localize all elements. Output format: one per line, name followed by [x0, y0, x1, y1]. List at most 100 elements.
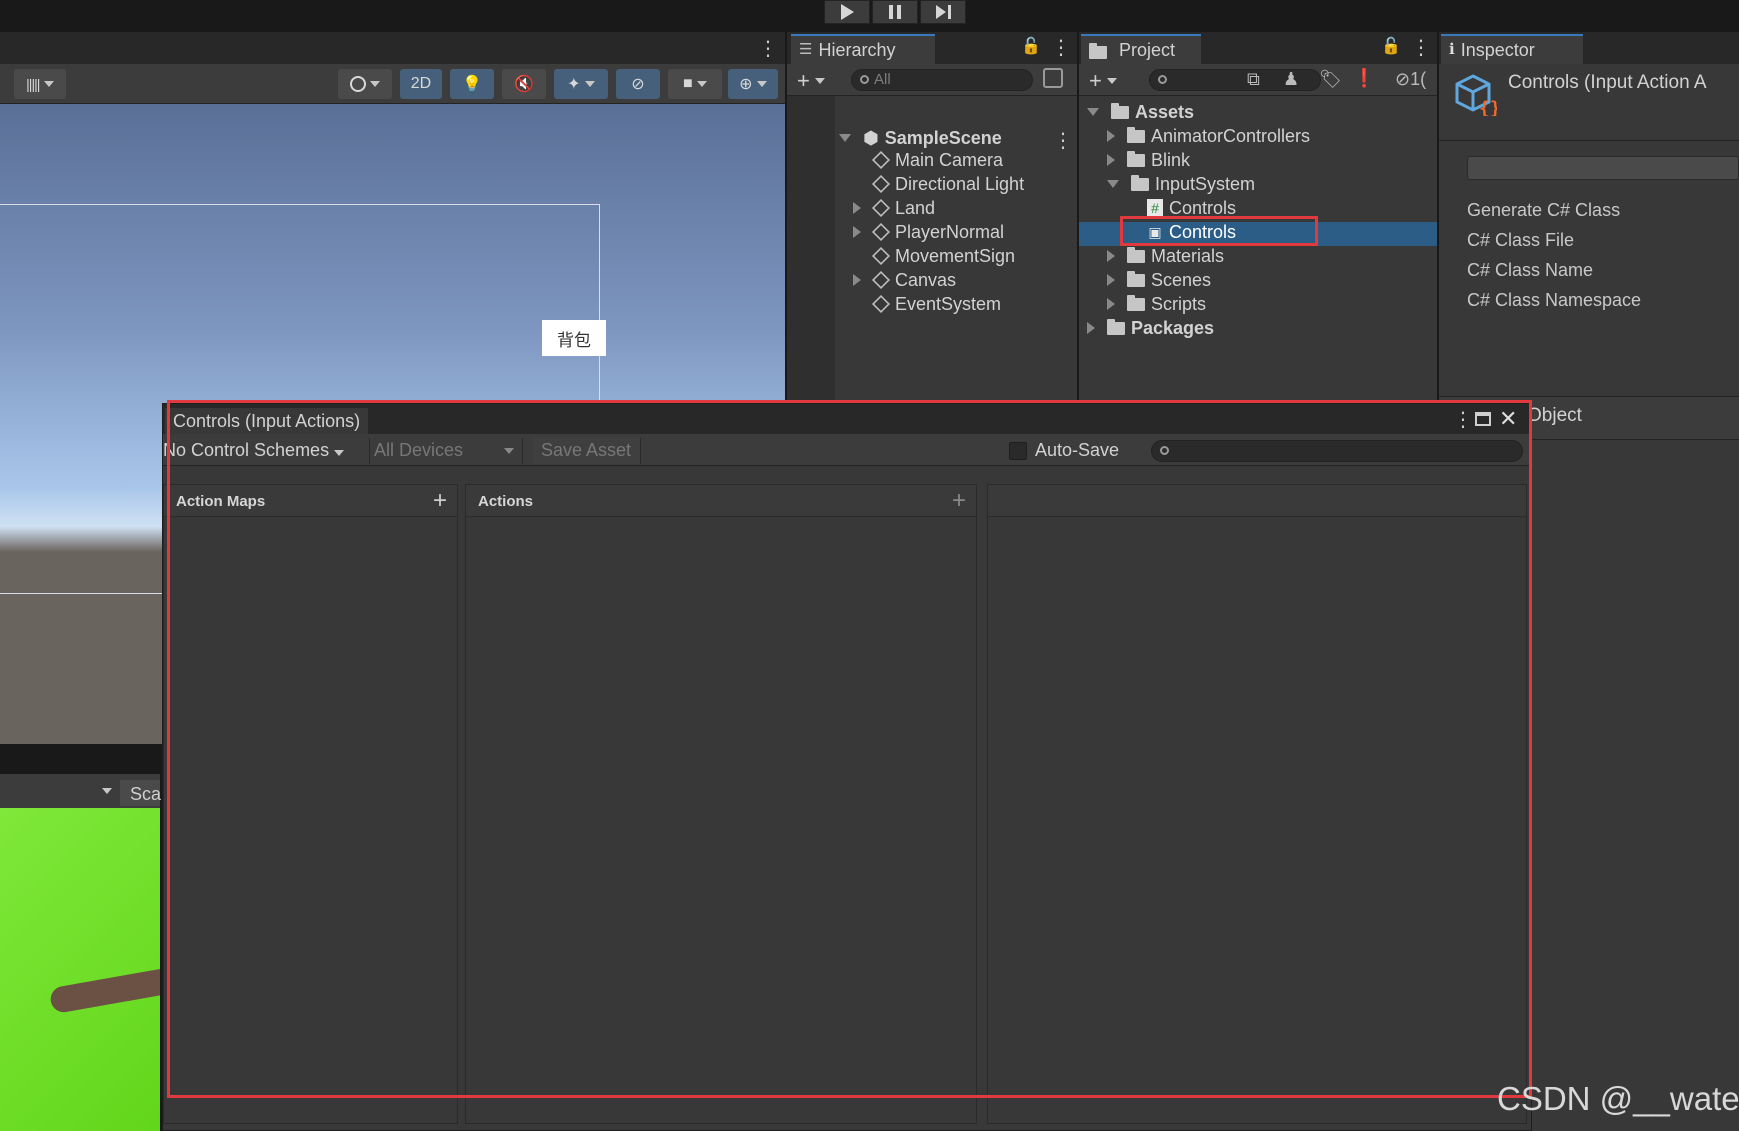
step-button[interactable]: [920, 0, 966, 24]
folder-icon: [1127, 294, 1145, 311]
scene-toolbar: ||||| 2D 💡 🔇 ✦ ⊘ ■ ⊕: [0, 64, 785, 104]
light-bulb-icon: 💡: [462, 76, 482, 93]
hierarchy-item[interactable]: Land: [853, 196, 935, 220]
hidden-count[interactable]: ⊘1(: [1395, 69, 1426, 90]
scene-tabbar: ⋮: [0, 32, 785, 64]
gizmos-button[interactable]: ⊕: [728, 69, 778, 99]
hierarchy-search-input[interactable]: All: [851, 69, 1033, 91]
inspector-field-label: C# Class Name: [1467, 260, 1594, 280]
project-folder-item[interactable]: AnimatorControllers: [1107, 124, 1310, 148]
filter-type-icon[interactable]: ♟: [1283, 69, 1299, 90]
plus-icon: +: [1089, 68, 1102, 93]
tab-inspector[interactable]: ℹ Inspector: [1441, 34, 1583, 64]
project-folder-item[interactable]: InputSystem: [1107, 172, 1255, 196]
audio-toggle-button[interactable]: 🔇: [502, 69, 546, 99]
play-icon: [840, 4, 854, 20]
info-icon: ℹ: [1449, 41, 1455, 58]
game-view[interactable]: [0, 808, 160, 1131]
scene-separator: [0, 744, 160, 778]
hierarchy-item[interactable]: Canvas: [853, 268, 956, 292]
hierarchy-gutter: [787, 96, 835, 407]
search-by-type-icon[interactable]: ⧉: [1247, 69, 1260, 90]
project-folder-item[interactable]: Scripts: [1107, 292, 1206, 316]
hierarchy-item[interactable]: Main Camera: [853, 148, 1003, 172]
inspector-tabbar: ℹ Inspector: [1439, 32, 1739, 64]
pause-button[interactable]: [872, 0, 918, 24]
hidden-eye-icon: ⊘: [631, 76, 645, 93]
controls-highlight-box: [1120, 216, 1318, 246]
fold-closed-icon[interactable]: [853, 226, 861, 238]
project-menu-icon[interactable]: ⋮: [1411, 35, 1431, 60]
fold-closed-icon[interactable]: [853, 202, 861, 214]
fold-closed-icon[interactable]: [1107, 274, 1115, 286]
packages-row[interactable]: Packages: [1087, 316, 1214, 340]
tab-hierarchy[interactable]: ☰ Hierarchy: [791, 34, 935, 64]
project-tabbar: Project 🔓 ⋮: [1079, 32, 1437, 64]
play-button[interactable]: [824, 0, 870, 24]
hierarchy-item[interactable]: Directional Light: [853, 172, 1024, 196]
input-actions-asset-icon: {}: [1453, 72, 1501, 119]
project-folder-item[interactable]: Scenes: [1107, 268, 1211, 292]
create-asset-button[interactable]: +: [1089, 68, 1117, 94]
grid-toggle-button[interactable]: |||||: [14, 69, 66, 99]
inspector-field-label: C# Class Namespace: [1467, 290, 1642, 310]
fold-closed-icon[interactable]: [1107, 154, 1115, 166]
scene-row[interactable]: ⬢ SampleScene: [839, 126, 1002, 150]
lock-icon[interactable]: 🔓: [1021, 36, 1041, 56]
bag-button[interactable]: 背包: [542, 320, 606, 356]
inspector-divider: [1439, 140, 1739, 141]
effects-icon: ✦: [567, 76, 581, 93]
scale-label[interactable]: Sca: [120, 780, 161, 806]
scene-menu-icon[interactable]: ⋮: [758, 36, 778, 61]
camera-settings-button[interactable]: ■: [668, 69, 722, 99]
csharp-script-icon: #: [1147, 199, 1163, 217]
create-button[interactable]: +: [797, 68, 825, 94]
inspector-field[interactable]: [1467, 156, 1739, 180]
play-toolbar: [0, 0, 1739, 32]
project-folder-item[interactable]: Blink: [1107, 148, 1190, 172]
gameobject-icon: [871, 270, 891, 290]
plus-icon: +: [797, 68, 810, 93]
inspector-title: Controls (Input Action A: [1508, 72, 1707, 93]
pause-icon: [889, 5, 901, 19]
effects-toggle-button[interactable]: ✦: [554, 69, 608, 99]
draw-mode-button[interactable]: [338, 69, 392, 99]
gameobject-icon: [871, 174, 891, 194]
inspector-field-label: C# Class File: [1467, 230, 1575, 250]
fold-closed-icon[interactable]: [1107, 298, 1115, 310]
assets-root-row[interactable]: Assets: [1087, 100, 1194, 124]
label-icon[interactable]: 🏷: [1319, 69, 1342, 90]
fold-closed-icon: [1087, 322, 1095, 334]
gizmo-icon: ⊕: [739, 76, 753, 93]
warning-icon[interactable]: ❗: [1353, 68, 1375, 89]
folder-open-icon: [1131, 174, 1149, 191]
fold-open-icon: [839, 134, 851, 142]
project-toolbar: + ⧉ ♟ 🏷 ❗ ⊘1(: [1079, 64, 1437, 96]
hierarchy-item[interactable]: PlayerNormal: [853, 220, 1004, 244]
lighting-toggle-button[interactable]: 💡: [450, 69, 494, 99]
visibility-toggle-button[interactable]: ⊘: [616, 69, 660, 99]
hierarchy-item[interactable]: MovementSign: [853, 244, 1015, 268]
tab-project[interactable]: Project: [1081, 34, 1201, 64]
folder-open-icon: [1111, 102, 1129, 119]
project-folder-item[interactable]: Materials: [1107, 244, 1224, 268]
fold-closed-icon[interactable]: [1107, 250, 1115, 262]
gameobject-icon: [871, 246, 891, 266]
folder-icon: [1127, 270, 1145, 287]
input-actions-highlight-box: [167, 400, 1532, 1098]
hierarchy-item[interactable]: EventSystem: [853, 292, 1001, 316]
search-scene-icon[interactable]: [1043, 68, 1063, 88]
fold-open-icon[interactable]: [1107, 180, 1119, 188]
step-icon: [935, 5, 951, 19]
folder-icon: [1127, 126, 1145, 143]
hierarchy-panel: ☰ Hierarchy 🔓 ⋮ + All ⬢ SampleScene ⋮ Ma…: [787, 32, 1077, 407]
lock-icon[interactable]: 🔓: [1381, 36, 1401, 56]
hierarchy-menu-icon[interactable]: ⋮: [1051, 35, 1071, 60]
2d-toggle-button[interactable]: 2D: [400, 69, 442, 99]
scene-menu-icon[interactable]: ⋮: [1053, 128, 1073, 153]
fold-closed-icon[interactable]: [1107, 130, 1115, 142]
display-dropdown-icon[interactable]: [102, 788, 112, 794]
hierarchy-tabbar: ☰ Hierarchy 🔓 ⋮: [787, 32, 1077, 64]
gameobject-icon: [871, 222, 891, 242]
fold-closed-icon[interactable]: [853, 274, 861, 286]
